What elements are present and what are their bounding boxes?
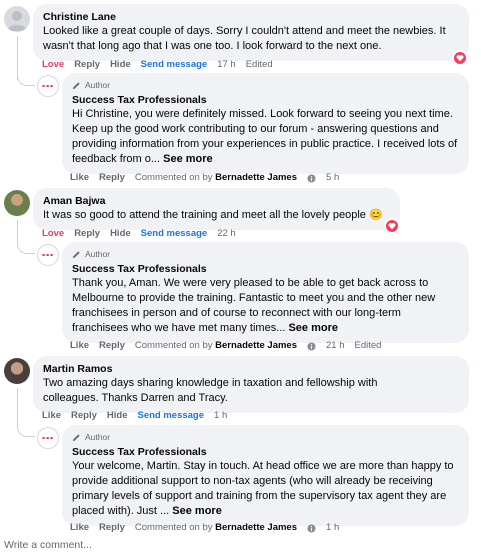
like-button[interactable]: Like [70, 340, 89, 352]
send-message-button[interactable]: Send message [141, 59, 208, 71]
edited-label: Edited [245, 59, 273, 70]
comment-actions: Love Reply Hide Send message 22 h [42, 228, 236, 240]
avatar[interactable] [4, 6, 30, 32]
like-button[interactable]: Like [70, 522, 89, 534]
timestamp[interactable]: 22 h [217, 228, 236, 240]
reply-button[interactable]: Reply [99, 172, 125, 184]
commented-on-by: Commented on by Bernadette James [134, 522, 298, 533]
author-avatar[interactable] [37, 244, 59, 266]
pencil-icon [72, 81, 80, 89]
comment-author[interactable]: Christine Lane [43, 10, 459, 24]
timestamp[interactable]: 1 h [214, 410, 227, 422]
write-comment-input[interactable]: Write a comment... [4, 539, 92, 551]
reply-button[interactable]: Reply [74, 228, 100, 240]
love-reaction-badge[interactable] [452, 50, 468, 66]
info-icon[interactable] [307, 341, 316, 351]
thread-connector [17, 240, 35, 254]
reply-text: Your welcome, Martin. Stay in touch. At … [72, 460, 454, 517]
reply-author[interactable]: Success Tax Professionals [72, 93, 459, 107]
thread-line [17, 388, 18, 424]
thread-connector [17, 70, 35, 86]
reply-actions: Like Reply Commented on by Bernadette Ja… [70, 340, 381, 352]
send-message-button[interactable]: Send message [141, 228, 208, 240]
reply-actions: Like Reply Commented on by Bernadette Ja… [70, 172, 339, 184]
reply-button[interactable]: Reply [74, 59, 100, 71]
commented-on-by: Commented on by Bernadette James [134, 340, 298, 351]
commented-on-by: Commented on by Bernadette James [134, 172, 298, 183]
commenter-name[interactable]: Bernadette James [215, 340, 297, 351]
avatar[interactable] [4, 190, 30, 216]
default-avatar-icon [7, 11, 27, 31]
reply-author[interactable]: Success Tax Professionals [72, 445, 459, 459]
reply-button[interactable]: Reply [71, 410, 97, 422]
love-reaction-badge[interactable] [384, 218, 400, 234]
hide-button[interactable]: Hide [107, 410, 128, 422]
comment-bubble: Martin Ramos Two amazing days sharing kn… [33, 356, 469, 413]
love-button[interactable]: Love [42, 59, 64, 71]
edited-label: Edited [354, 340, 382, 351]
send-message-button[interactable]: Send message [137, 410, 204, 422]
info-icon[interactable] [307, 173, 316, 183]
commenter-name[interactable]: Bernadette James [215, 522, 297, 533]
comment-text: Looked like a great couple of days. Sorr… [43, 25, 446, 52]
author-tag: Author [72, 248, 459, 260]
pencil-icon [72, 433, 80, 441]
timestamp[interactable]: 21 h [326, 340, 345, 352]
reply-button[interactable]: Reply [99, 522, 125, 534]
reply-button[interactable]: Reply [99, 340, 125, 352]
reply-text: Thank you, Aman. We were very pleased to… [72, 277, 436, 334]
heart-icon [388, 223, 396, 230]
like-button[interactable]: Like [70, 172, 89, 184]
comment-actions: Like Reply Hide Send message 1 h [42, 410, 227, 422]
comment-actions: Love Reply Hide Send message 17 h Edited [42, 59, 273, 71]
author-tag: Author [72, 79, 459, 91]
see-more-link[interactable]: See more [288, 322, 338, 334]
author-avatar[interactable] [37, 427, 59, 449]
commenter-name[interactable]: Bernadette James [215, 172, 297, 183]
like-button[interactable]: Like [42, 410, 61, 422]
timestamp[interactable]: 17 h [217, 59, 236, 71]
success-tax-logo-icon [38, 76, 58, 96]
pencil-icon [72, 250, 80, 258]
smile-emoji-icon: 😊 [368, 209, 383, 221]
heart-icon [456, 55, 464, 62]
hide-button[interactable]: Hide [110, 59, 131, 71]
avatar[interactable] [4, 358, 30, 384]
timestamp[interactable]: 1 h [326, 522, 339, 534]
love-button[interactable]: Love [42, 228, 64, 240]
thread-connector [17, 422, 35, 437]
see-more-link[interactable]: See more [172, 505, 222, 517]
reply-bubble: Author Success Tax Professionals Hi Chri… [62, 73, 469, 174]
success-tax-logo-icon [38, 245, 58, 265]
comment-text: Two amazing days sharing knowledge in ta… [43, 377, 378, 404]
reply-text: Hi Christine, you were definitely missed… [72, 108, 458, 165]
see-more-link[interactable]: See more [163, 153, 213, 165]
info-icon[interactable] [307, 523, 316, 533]
reply-bubble: Author Success Tax Professionals Your we… [62, 425, 469, 526]
author-avatar[interactable] [37, 75, 59, 97]
comment-author[interactable]: Martin Ramos [43, 362, 459, 376]
reply-author[interactable]: Success Tax Professionals [72, 262, 459, 276]
success-tax-logo-icon [38, 428, 58, 448]
timestamp[interactable]: 5 h [326, 172, 339, 184]
comment-bubble: Aman Bajwa It was so good to attend the … [33, 188, 400, 230]
comment-author[interactable]: Aman Bajwa [43, 194, 390, 208]
author-tag: Author [72, 431, 459, 443]
comment-bubble: Christine Lane Looked like a great coupl… [33, 4, 469, 61]
comment-text: It was so good to attend the training an… [43, 209, 383, 221]
reply-bubble: Author Success Tax Professionals Thank y… [62, 242, 469, 343]
hide-button[interactable]: Hide [110, 228, 131, 240]
reply-actions: Like Reply Commented on by Bernadette Ja… [70, 522, 339, 534]
